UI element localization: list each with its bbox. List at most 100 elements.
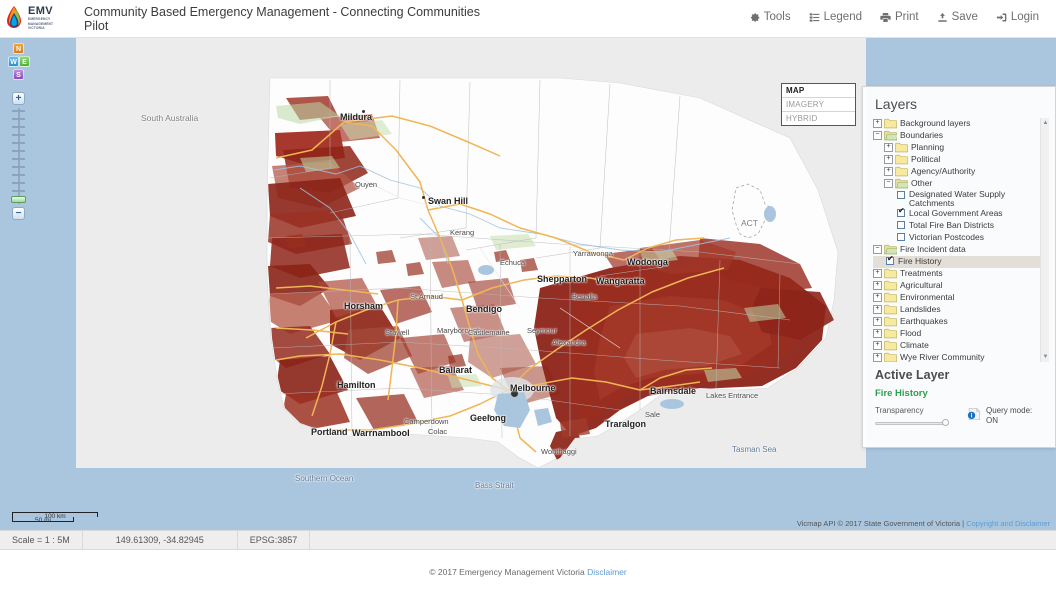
layer-folder-agricultural[interactable]: + Agricultural bbox=[873, 280, 1049, 292]
status-coordinates: 149.61309, -34.82945 bbox=[83, 530, 238, 550]
app-header: EMV EMERGENCY MANAGEMENT VICTORIA Commun… bbox=[0, 0, 1056, 38]
layer-label: Local Government Areas bbox=[909, 208, 1003, 218]
layer-label: Background layers bbox=[900, 118, 971, 128]
page-footer: © 2017 Emergency Management Victoria Dis… bbox=[0, 550, 1056, 594]
status-projection: EPSG:3857 bbox=[238, 530, 311, 550]
expand-toggle-icon[interactable]: + bbox=[873, 329, 882, 338]
expand-toggle-icon[interactable]: + bbox=[873, 119, 882, 128]
folder-closed-icon bbox=[884, 292, 897, 303]
expand-toggle-icon[interactable]: + bbox=[884, 167, 893, 176]
legend-button[interactable]: Legend bbox=[800, 7, 871, 27]
expand-toggle-icon[interactable]: + bbox=[873, 293, 882, 302]
map-canvas[interactable]: South Australia ACT Mildura Ouyen Swan Hill K… bbox=[0, 38, 1056, 530]
expand-toggle-icon[interactable]: + bbox=[884, 155, 893, 164]
copyright-disclaimer-link[interactable]: Copyright and Disclaimer bbox=[966, 519, 1050, 528]
map-navigation-controls[interactable]: N W E S + − bbox=[8, 43, 30, 220]
pan-south-button[interactable]: S bbox=[13, 69, 24, 80]
active-layer-heading: Active Layer bbox=[875, 368, 950, 382]
login-button[interactable]: Login bbox=[987, 7, 1048, 27]
scale-bar-mi-label: 50 mi bbox=[35, 517, 51, 524]
layer-folder-treatments[interactable]: + Treatments bbox=[873, 268, 1049, 280]
status-bar: Scale = 1 : 5M 149.61309, -34.82945 EPSG… bbox=[0, 530, 1056, 550]
layer-label: Earthquakes bbox=[900, 316, 948, 326]
basemap-option-imagery[interactable]: IMAGERY bbox=[782, 98, 855, 112]
scroll-down-icon[interactable]: ▼ bbox=[1042, 354, 1049, 360]
layer-folder-environmental[interactable]: + Environmental bbox=[873, 292, 1049, 304]
print-button[interactable]: Print bbox=[871, 7, 928, 27]
disclaimer-link[interactable]: Disclaimer bbox=[587, 567, 627, 577]
layer-item-victorian-postcodes[interactable]: Victorian Postcodes bbox=[873, 232, 1049, 244]
layer-folder-earthquakes[interactable]: + Earthquakes bbox=[873, 316, 1049, 328]
layer-label: Victorian Postcodes bbox=[909, 232, 984, 242]
collapse-toggle-icon[interactable]: − bbox=[884, 179, 893, 188]
pan-east-button[interactable]: E bbox=[19, 56, 30, 67]
expand-toggle-icon[interactable]: + bbox=[873, 341, 882, 350]
layer-item-local-government-areas[interactable]: Local Government Areas bbox=[873, 207, 1049, 220]
expand-toggle-icon[interactable]: + bbox=[873, 353, 882, 362]
emv-flame-droplet-icon bbox=[4, 5, 24, 32]
tools-button[interactable]: Tools bbox=[740, 7, 800, 27]
layer-checkbox[interactable] bbox=[886, 255, 894, 265]
transparency-slider-rail[interactable] bbox=[875, 422, 947, 425]
layer-checkbox[interactable] bbox=[897, 191, 905, 199]
folder-closed-icon bbox=[895, 154, 908, 165]
layer-checkbox[interactable] bbox=[897, 207, 905, 217]
layer-folder-planning[interactable]: + Planning bbox=[873, 142, 1049, 154]
pan-north-button[interactable]: N bbox=[13, 43, 24, 54]
basemap-switcher[interactable]: MAP IMAGERY HYBRID bbox=[781, 83, 856, 126]
layer-folder-agency-authority[interactable]: + Agency/Authority bbox=[873, 166, 1049, 178]
active-layer-name: Fire History bbox=[875, 388, 928, 399]
pan-control[interactable]: N W E S bbox=[8, 43, 30, 89]
save-button[interactable]: Save bbox=[928, 7, 987, 27]
layer-folder-background-layers[interactable]: + Background layers bbox=[873, 118, 1049, 130]
basemap-option-map[interactable]: MAP bbox=[782, 84, 855, 98]
query-mode-control[interactable]: Query mode: ON bbox=[967, 406, 1032, 426]
layer-folder-flood[interactable]: + Flood bbox=[873, 328, 1049, 340]
copyright-text: © 2017 Emergency Management Victoria bbox=[429, 567, 585, 577]
scale-bar-mi: 50 mi bbox=[12, 517, 74, 524]
zoom-slider[interactable]: + − bbox=[8, 92, 30, 220]
layer-label: Climate bbox=[900, 340, 929, 350]
expand-toggle-icon[interactable]: + bbox=[873, 269, 882, 278]
layer-folder-political[interactable]: + Political bbox=[873, 154, 1049, 166]
layer-folder-climate[interactable]: + Climate bbox=[873, 340, 1049, 352]
layer-folder-wye-river-community[interactable]: + Wye River Community bbox=[873, 352, 1049, 362]
pan-west-button[interactable]: W bbox=[8, 56, 19, 67]
layers-tree-scrollbar[interactable]: ▲ ▼ bbox=[1040, 118, 1049, 362]
zoom-tick bbox=[12, 134, 25, 136]
active-layer-section: Active Layer Fire History Transparency Q… bbox=[863, 362, 1055, 428]
layer-label: Political bbox=[911, 154, 941, 164]
zoom-tick bbox=[12, 190, 25, 192]
layer-folder-landslides[interactable]: + Landslides bbox=[873, 304, 1049, 316]
layer-checkbox[interactable] bbox=[897, 221, 905, 229]
basemap-option-hybrid[interactable]: HYBRID bbox=[782, 112, 855, 125]
page-title: Community Based Emergency Management - C… bbox=[84, 4, 481, 33]
folder-closed-icon bbox=[884, 304, 897, 315]
layer-item-fire-history[interactable]: Fire History bbox=[873, 255, 1049, 268]
login-label: Login bbox=[1010, 11, 1039, 23]
lake-victoria bbox=[764, 206, 776, 222]
layer-folder-boundaries[interactable]: − Boundaries bbox=[873, 130, 1049, 142]
download-icon bbox=[937, 12, 948, 23]
scroll-up-icon[interactable]: ▲ bbox=[1042, 120, 1049, 126]
expand-toggle-icon[interactable]: + bbox=[873, 281, 882, 290]
folder-closed-icon bbox=[884, 328, 897, 339]
transparency-slider[interactable] bbox=[875, 418, 949, 428]
expand-toggle-icon[interactable]: + bbox=[873, 305, 882, 314]
collapse-toggle-icon[interactable]: − bbox=[873, 245, 882, 254]
zoom-in-button[interactable]: + bbox=[12, 92, 25, 105]
collapse-toggle-icon[interactable]: − bbox=[873, 131, 882, 140]
layer-item-total-fire-ban-districts[interactable]: Total Fire Ban Districts bbox=[873, 220, 1049, 232]
emv-logo-sub-3: VICTORIA bbox=[28, 26, 45, 31]
layer-checkbox[interactable] bbox=[897, 233, 905, 241]
expand-toggle-icon[interactable]: + bbox=[873, 317, 882, 326]
layers-panel-title: Layers bbox=[875, 96, 918, 112]
layer-folder-fire-incident-data[interactable]: − Fire Incident data bbox=[873, 244, 1049, 256]
zoom-slider-handle[interactable] bbox=[11, 196, 26, 203]
layer-label: Total Fire Ban Districts bbox=[909, 220, 995, 230]
emv-logo[interactable]: EMV EMERGENCY MANAGEMENT VICTORIA bbox=[0, 0, 78, 38]
expand-toggle-icon[interactable]: + bbox=[884, 143, 893, 152]
transparency-control[interactable]: Transparency bbox=[875, 406, 949, 428]
zoom-out-button[interactable]: − bbox=[12, 207, 25, 220]
transparency-slider-knob[interactable] bbox=[942, 419, 949, 426]
